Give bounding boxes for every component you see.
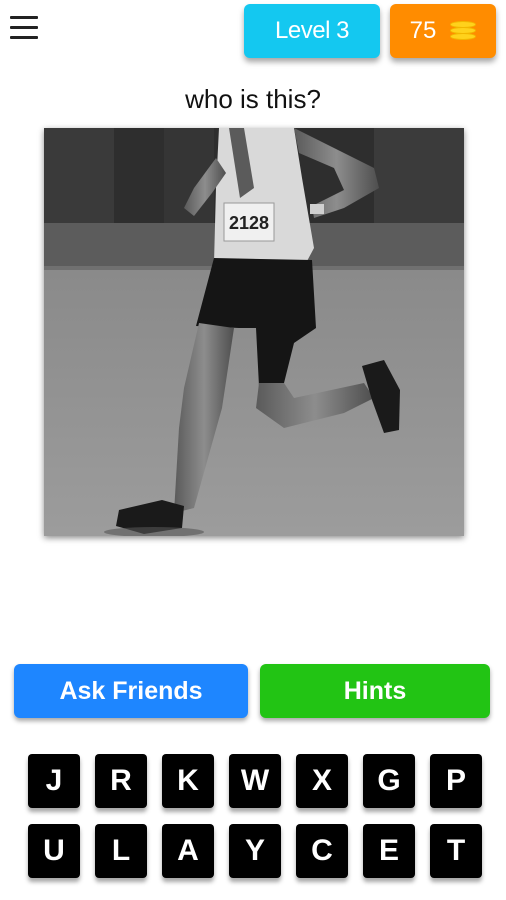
question-text: who is this? xyxy=(185,84,321,114)
hints-label: Hints xyxy=(343,676,407,705)
letter-key[interactable]: C xyxy=(296,824,348,878)
letter-key[interactable]: E xyxy=(363,824,415,878)
coin-stack-icon xyxy=(450,20,477,42)
letter-key[interactable]: Y xyxy=(229,824,281,878)
ask-friends-button[interactable]: Ask Friends xyxy=(14,664,248,718)
letter-key[interactable]: P xyxy=(430,754,482,808)
letter-key[interactable]: T xyxy=(430,824,482,878)
ask-friends-label: Ask Friends xyxy=(59,676,203,705)
letter-key[interactable]: A xyxy=(162,824,214,878)
level-label: Level 3 xyxy=(275,17,349,44)
letter-key[interactable]: G xyxy=(363,754,415,808)
hamburger-menu-icon[interactable] xyxy=(10,16,42,44)
level-badge: Level 3 xyxy=(244,4,380,58)
letter-key[interactable]: U xyxy=(28,824,80,878)
hints-button[interactable]: Hints xyxy=(260,664,490,718)
bib-number: 2128 xyxy=(229,213,269,233)
puzzle-photo: 2128 xyxy=(44,128,464,536)
coin-count: 75 xyxy=(409,17,437,44)
letter-key[interactable]: R xyxy=(95,754,147,808)
coins-badge[interactable]: 75 xyxy=(390,4,496,58)
letter-key[interactable]: K xyxy=(162,754,214,808)
letter-key[interactable]: W xyxy=(229,754,281,808)
letter-key[interactable]: X xyxy=(296,754,348,808)
letter-key[interactable]: J xyxy=(28,754,80,808)
letter-key[interactable]: L xyxy=(95,824,147,878)
